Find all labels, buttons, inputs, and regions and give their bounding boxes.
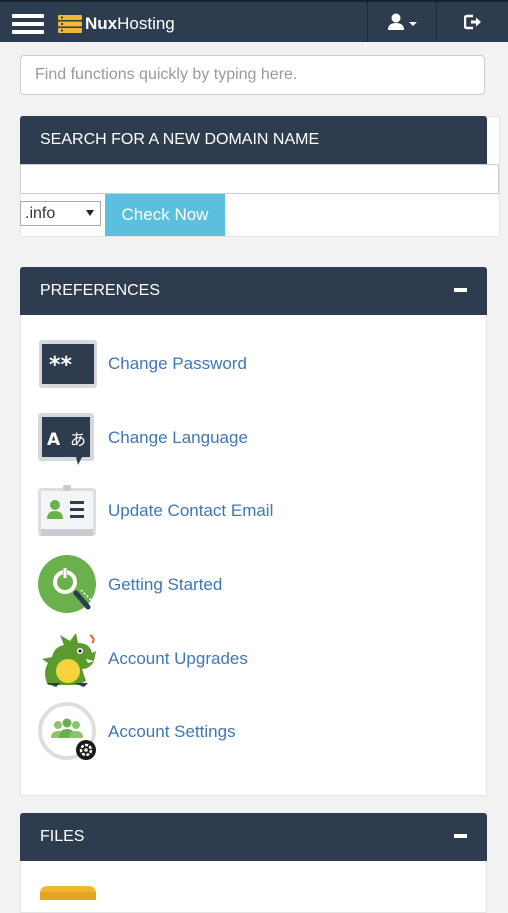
files-title: FILES [40,828,85,845]
preferences-heading[interactable]: PREFERENCES [20,267,487,315]
contact-card-icon [38,481,98,541]
tld-select[interactable]: .info [20,201,101,226]
pref-item-change-password[interactable]: ** Change Password [38,334,247,394]
tld-selected-value: .info [25,205,56,222]
pref-label[interactable]: Account Upgrades [108,649,248,669]
pref-item-account-settings[interactable]: Account Settings [38,702,236,762]
svg-text:あ: あ [70,430,86,449]
getting-started-icon [38,555,98,615]
brand-logo[interactable]: NuxHosting [58,12,175,36]
pref-label[interactable]: Change Language [108,428,248,448]
brand-name: NuxHosting [85,14,175,33]
caret-down-icon [409,22,417,26]
preferences-title: PREFERENCES [40,282,161,299]
pref-label[interactable]: Getting Started [108,575,222,595]
logout-button[interactable] [437,2,508,42]
server-logo-icon [58,15,82,33]
domain-name-input[interactable] [20,164,499,194]
pref-label[interactable]: Update Contact Email [108,501,273,521]
logout-icon [463,14,481,30]
pref-label[interactable]: Change Password [108,354,247,374]
pref-label[interactable]: Account Settings [108,722,236,742]
function-search-input[interactable] [20,55,485,95]
pref-item-account-upgrades[interactable]: Account Upgrades [38,629,248,689]
user-icon [388,13,417,30]
domain-search-heading: SEARCH FOR A NEW DOMAIN NAME [20,116,487,164]
svg-text:A: A [47,430,61,450]
dragon-icon [38,629,98,689]
files-heading[interactable]: FILES [20,813,487,861]
file-manager-icon[interactable] [38,884,98,900]
password-icon: ** [38,334,98,394]
collapse-icon[interactable] [454,834,467,838]
user-menu-button[interactable] [368,2,436,42]
check-now-button[interactable]: Check Now [105,194,225,236]
top-bar: NuxHosting [0,0,508,42]
caret-down-icon [86,210,94,216]
account-settings-icon [38,702,98,762]
language-icon: A あ [38,408,98,468]
pref-item-getting-started[interactable]: Getting Started [38,555,222,615]
svg-text:**: ** [49,353,73,378]
pref-item-update-contact-email[interactable]: Update Contact Email [38,481,273,541]
pref-item-change-language[interactable]: A あ Change Language [38,408,248,468]
hamburger-menu-icon[interactable] [12,14,44,34]
collapse-icon[interactable] [454,288,467,292]
